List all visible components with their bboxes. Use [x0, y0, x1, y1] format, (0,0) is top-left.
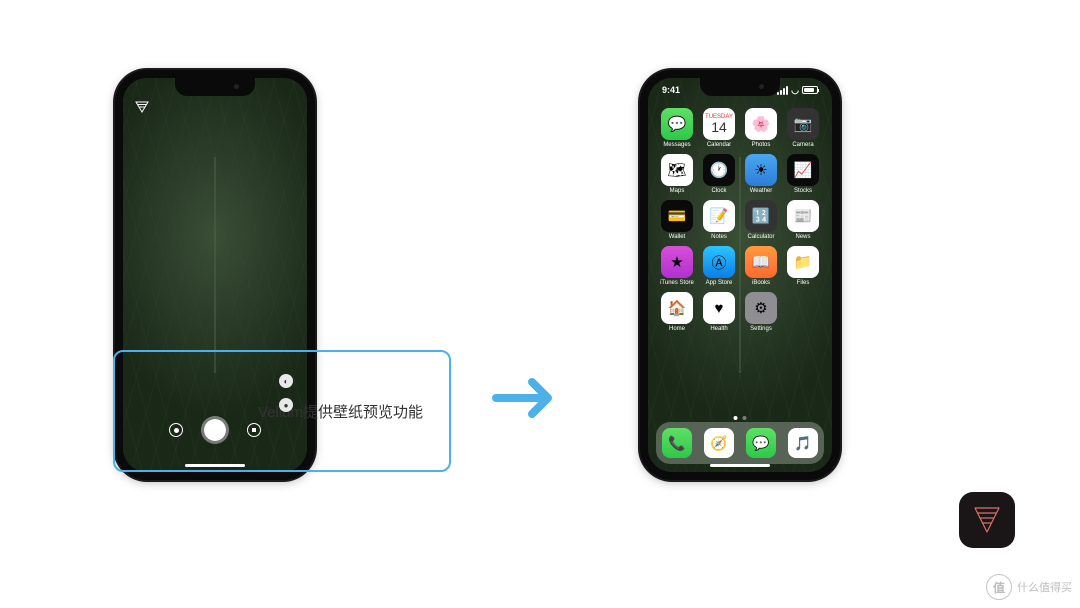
phone-homescreen-right: 9:41 ⁠◡ 💬 Messages TUESDAY14 Calendar 🌸 Photo…: [640, 70, 840, 480]
app-label: Camera: [792, 142, 813, 148]
app-label: Messages: [663, 142, 690, 148]
side-button-1[interactable]: ◐: [279, 374, 293, 388]
app-label: News: [795, 234, 810, 240]
app-icon: 🏠: [661, 292, 693, 324]
app-label: Calculator: [747, 234, 774, 240]
app-weather[interactable]: ☀ Weather: [742, 154, 780, 194]
app-health[interactable]: ♥ Health: [700, 292, 738, 332]
status-indicators: ⁠◡: [777, 85, 818, 96]
app-label: Wallet: [669, 234, 685, 240]
app-clock[interactable]: 🕐 Clock: [700, 154, 738, 194]
watermark: 值 什么值得买: [986, 574, 1072, 600]
vellum-triangle-icon[interactable]: [135, 100, 149, 112]
app-label: Clock: [711, 188, 726, 194]
app-icon: ♥: [703, 292, 735, 324]
phone-preview-left: ◐ ●: [115, 70, 315, 480]
app-app-store[interactable]: Ⓐ App Store: [700, 246, 738, 286]
shutter-button[interactable]: [201, 416, 229, 444]
app-settings[interactable]: ⚙ Settings: [742, 292, 780, 332]
app-wallet[interactable]: 💳 Wallet: [658, 200, 696, 240]
wifi-icon: ⁠◡: [791, 85, 799, 96]
app-camera[interactable]: 📷 Camera: [784, 108, 822, 148]
dock-app[interactable]: 💬: [746, 428, 776, 458]
app-label: iTunes Store: [660, 280, 694, 286]
app-icon: 🔢: [745, 200, 777, 232]
app-label: Settings: [750, 326, 772, 332]
app-icon: 🌸: [745, 108, 777, 140]
app-icon: 💬: [661, 108, 693, 140]
app-icon: 📈: [787, 154, 819, 186]
dock-app[interactable]: 📞: [662, 428, 692, 458]
dock: 📞 🧭 💬 🎵: [656, 422, 824, 464]
app-icon: ☀: [745, 154, 777, 186]
home-indicator[interactable]: [710, 464, 770, 467]
app-icon: ★: [661, 246, 693, 278]
arrow-icon: [490, 368, 562, 433]
app-icon: 📷: [787, 108, 819, 140]
vellum-app-icon: [959, 492, 1015, 548]
watermark-text: 什么值得买: [1017, 579, 1072, 595]
app-messages[interactable]: 💬 Messages: [658, 108, 696, 148]
app-label: Maps: [670, 188, 685, 194]
app-stocks[interactable]: 📈 Stocks: [784, 154, 822, 194]
app-icon: ⚙: [745, 292, 777, 324]
side-button-2[interactable]: ●: [279, 398, 293, 412]
mode-button-right[interactable]: [247, 423, 261, 437]
app-maps[interactable]: 🗺 Maps: [658, 154, 696, 194]
app-ibooks[interactable]: 📖 iBooks: [742, 246, 780, 286]
app-icon: 💳: [661, 200, 693, 232]
app-news[interactable]: 📰 News: [784, 200, 822, 240]
app-icon: 🕐: [703, 154, 735, 186]
app-calendar[interactable]: TUESDAY14 Calendar: [700, 108, 738, 148]
app-label: Home: [669, 326, 685, 332]
status-time: 9:41: [662, 85, 680, 95]
app-icon: 📝: [703, 200, 735, 232]
app-icon: TUESDAY14: [703, 108, 735, 140]
preview-side-controls: ◐ ●: [279, 374, 293, 412]
app-icon: 🗺: [661, 154, 693, 186]
app-label: Stocks: [794, 188, 812, 194]
dock-app[interactable]: 🧭: [704, 428, 734, 458]
app-label: Notes: [711, 234, 727, 240]
app-label: Health: [710, 326, 727, 332]
notch: [700, 78, 780, 96]
battery-icon: [802, 86, 818, 94]
app-icon: 📁: [787, 246, 819, 278]
app-label: iBooks: [752, 280, 770, 286]
app-grid: 💬 Messages TUESDAY14 Calendar 🌸 Photos 📷 Camera…: [658, 108, 822, 332]
app-icon: Ⓐ: [703, 246, 735, 278]
app-label: Files: [797, 280, 810, 286]
app-files[interactable]: 📁 Files: [784, 246, 822, 286]
app-icon: 📖: [745, 246, 777, 278]
mode-button-left[interactable]: [169, 423, 183, 437]
app-notes[interactable]: 📝 Notes: [700, 200, 738, 240]
dock-app[interactable]: 🎵: [788, 428, 818, 458]
app-photos[interactable]: 🌸 Photos: [742, 108, 780, 148]
notch: [175, 78, 255, 96]
page-indicator[interactable]: [734, 416, 747, 420]
app-home[interactable]: 🏠 Home: [658, 292, 696, 332]
app-label: App Store: [706, 280, 733, 286]
app-label: Weather: [750, 188, 773, 194]
app-label: Calendar: [707, 142, 731, 148]
app-calculator[interactable]: 🔢 Calculator: [742, 200, 780, 240]
camera-controls: [123, 416, 307, 444]
home-indicator[interactable]: [185, 464, 245, 467]
app-icon: 📰: [787, 200, 819, 232]
app-label: Photos: [752, 142, 771, 148]
home-screen: 9:41 ⁠◡ 💬 Messages TUESDAY14 Calendar 🌸 Photo…: [648, 78, 832, 472]
app-itunes-store[interactable]: ★ iTunes Store: [658, 246, 696, 286]
watermark-symbol: 值: [986, 574, 1012, 600]
